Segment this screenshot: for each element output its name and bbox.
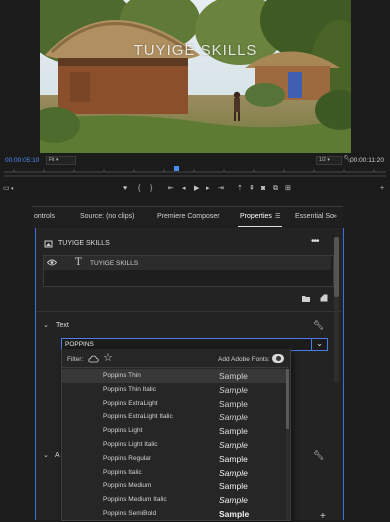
current-timecode[interactable]: 00:00:05:10 <box>5 157 39 164</box>
comparison-icon[interactable]: ⧉ <box>273 184 278 194</box>
add-button-icon[interactable]: + <box>380 184 384 194</box>
font-sample-preview: Sample <box>219 398 248 409</box>
video-scene <box>40 0 351 153</box>
tab-source[interactable]: Source: (no clips) <box>80 213 134 220</box>
wrench-icon[interactable]: 🔧︎ <box>313 320 324 331</box>
font-dropdown-button[interactable]: ⌄ <box>311 338 328 351</box>
in-point-icon[interactable]: { <box>138 184 140 194</box>
font-sample-preview: Sample <box>219 439 248 450</box>
chevron-down-icon: ▾ <box>325 157 330 163</box>
font-list-item[interactable]: Poppins Thin Sample <box>62 369 288 383</box>
font-sample-preview: Sample <box>219 453 248 464</box>
tab-menu-icon[interactable]: ☰ <box>275 213 280 220</box>
time-ruler[interactable] <box>4 168 386 178</box>
text-layer-icon: T <box>75 257 82 268</box>
folder-icon[interactable] <box>302 295 310 302</box>
font-list-item[interactable]: Poppins ExtraLight Sample <box>62 397 288 411</box>
font-sample-preview: Sample <box>219 508 250 519</box>
font-name-label: Poppins Light <box>103 427 143 435</box>
font-sample-preview: Sample <box>219 426 248 437</box>
playhead-handle[interactable] <box>173 166 179 171</box>
font-sample-preview: Sample <box>219 384 248 395</box>
trim-icon[interactable]: ⊞ <box>285 184 291 194</box>
tab-overflow-icon[interactable]: » <box>333 213 337 220</box>
wrench-icon[interactable]: 🔧︎ <box>313 450 324 461</box>
text-section-title[interactable]: Text <box>56 322 69 329</box>
export-frame-icon[interactable]: ◙ <box>261 184 265 194</box>
tab-properties[interactable]: Properties <box>240 213 272 220</box>
font-list-item[interactable]: Poppins Regular Sample <box>62 452 288 466</box>
filter-label: Filter: <box>67 356 84 363</box>
lift-icon[interactable]: ⇡ <box>237 184 243 194</box>
out-point-icon[interactable]: } <box>150 184 152 194</box>
font-sample-preview: Sample <box>219 495 248 506</box>
step-back-icon[interactable]: ◂ <box>182 184 186 194</box>
font-name-label: Poppins Thin Italic <box>103 385 156 393</box>
chevron-down-icon[interactable]: ⌄ <box>43 451 49 459</box>
font-name-label: Poppins ExtraLight Italic <box>103 413 173 421</box>
font-list-item[interactable]: Poppins SemiBold Sample <box>62 507 288 520</box>
adobe-fonts-toggle-knob <box>276 356 281 361</box>
panel-scrollbar-thumb[interactable] <box>334 237 339 297</box>
font-list-item[interactable]: Poppins Light Italic Sample <box>62 438 288 452</box>
video-frame[interactable]: TUYIGE SKILLS <box>40 0 351 153</box>
font-list-item[interactable]: Poppins Italic Sample <box>62 466 288 480</box>
font-list-item[interactable]: Poppins Medium Italic Sample <box>62 493 288 507</box>
font-sample-preview: Sample <box>219 371 248 381</box>
safe-margins-icon[interactable]: ▭ <box>3 184 10 194</box>
font-sample-preview: Sample <box>219 467 248 478</box>
chevron-down-icon: ▾ <box>54 157 59 163</box>
tab-premiere-composer[interactable]: Premiere Composer <box>157 213 220 220</box>
add-icon[interactable]: + <box>320 511 326 522</box>
chevron-down-icon: ⌄ <box>316 339 323 348</box>
font-list-scrollbar-thumb[interactable] <box>286 369 289 429</box>
resolution-value: 1/2 <box>319 157 326 163</box>
section-title-partial[interactable]: A <box>55 452 60 459</box>
font-list-item[interactable]: Poppins Thin Italic Sample <box>62 383 288 397</box>
section-divider <box>36 311 341 312</box>
eye-icon[interactable] <box>47 259 57 266</box>
chevron-down-icon[interactable]: ▾ <box>11 184 14 194</box>
font-name-label: Poppins Regular <box>103 454 152 462</box>
zoom-fit-select[interactable]: Fit ▾ <box>46 156 76 165</box>
font-name-label: Poppins Medium <box>103 482 152 490</box>
tab-essential-sound[interactable]: Essential So <box>295 213 334 220</box>
active-tab-indicator <box>238 226 282 227</box>
font-name-label: Poppins ExtraLight <box>103 399 158 407</box>
menu-divider <box>62 367 288 368</box>
cloud-filter-icon[interactable] <box>88 355 99 363</box>
extract-icon[interactable]: ⇞ <box>249 184 255 194</box>
font-list-item[interactable]: Poppins Medium Sample <box>62 479 288 493</box>
star-favorites-icon[interactable]: ☆ <box>103 353 113 364</box>
new-layer-icon[interactable] <box>320 294 328 302</box>
font-name-label: Poppins Medium Italic <box>103 496 167 504</box>
resolution-select[interactable]: 1/2 ▾ <box>316 156 342 165</box>
more-options-icon[interactable]: ••• <box>311 236 319 247</box>
tab-effect-controls[interactable]: ontrols <box>34 213 55 220</box>
graphic-clip-icon <box>44 240 53 248</box>
go-to-in-icon[interactable]: ⇤ <box>168 184 174 194</box>
font-sample-preview: Sample <box>219 481 248 492</box>
text-layer-row[interactable] <box>44 256 331 270</box>
play-icon[interactable]: ▶ <box>194 184 199 194</box>
font-name-label: Poppins Light Italic <box>103 440 158 448</box>
font-list-item[interactable]: Poppins Light Sample <box>62 424 288 438</box>
text-layer-name: TUYIGE SKILLS <box>90 260 139 267</box>
go-to-out-icon[interactable]: ⇥ <box>218 184 224 194</box>
add-adobe-fonts-label: Add Adobe Fonts: <box>218 356 270 363</box>
font-list-item[interactable]: Poppins ExtraLight Italic Sample <box>62 410 288 424</box>
marker-icon[interactable]: ♥ <box>123 184 127 194</box>
clip-name: TUYIGE SKILLS <box>58 240 110 247</box>
chevron-down-icon[interactable]: ⌄ <box>43 321 49 329</box>
step-forward-icon[interactable]: ▸ <box>206 184 210 194</box>
font-list: Poppins Thin Sample Poppins Thin Italic Sam… <box>62 369 288 520</box>
duration-timecode: 00:00:11:20 <box>350 157 384 164</box>
overlay-title-text[interactable]: TUYIGE SKILLS <box>40 42 351 59</box>
font-sample-preview: Sample <box>219 412 248 423</box>
font-name-label: Poppins Italic <box>103 468 142 476</box>
font-name-label: Poppins Thin <box>103 372 141 379</box>
font-name-label: Poppins SemiBold <box>103 509 157 517</box>
